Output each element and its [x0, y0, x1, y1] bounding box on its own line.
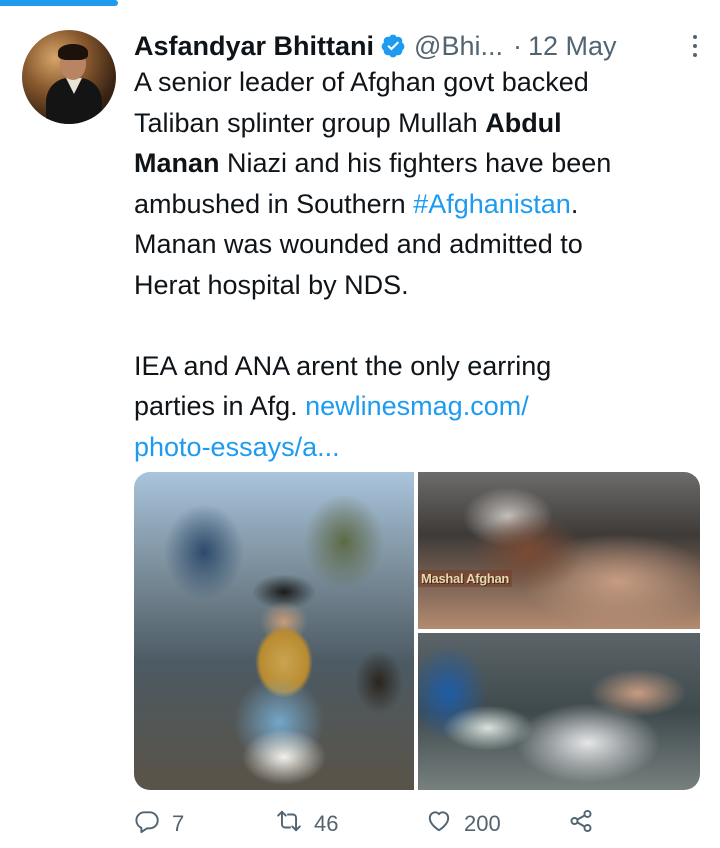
tweet-text-segment: ambushed in Southern	[134, 188, 414, 219]
reply-count: 7	[172, 811, 185, 836]
tweet-text-line: Herat hospital by NDS.	[134, 265, 694, 306]
tweet-text-segment: Herat hospital by NDS.	[134, 269, 409, 300]
share-button[interactable]	[568, 808, 594, 840]
tweet-actions: 7 46 200	[134, 808, 700, 840]
tweet-date[interactable]: 12 May	[528, 31, 617, 62]
tweet-text-bold: Manan	[134, 148, 220, 178]
tweet-text-segment: A senior leader of Afghan govt backed	[134, 67, 589, 97]
avatar-hair	[58, 44, 88, 60]
tweet-link[interactable]: #Afghanistan	[413, 189, 571, 219]
tweet-text-line: Taliban splinter group Mullah Abdul	[134, 103, 694, 144]
tweet-text-segment: Taliban splinter group Mullah	[134, 107, 486, 138]
image-watermark: Mashal Afghan	[418, 570, 513, 587]
avatar[interactable]	[22, 30, 116, 124]
tweet-text-line: IEA and ANA arent the only earring	[134, 346, 694, 387]
like-count: 200	[464, 811, 501, 836]
media-image-1[interactable]	[134, 472, 414, 790]
tweet-text-segment: IEA and ANA arent the only earring	[134, 350, 552, 381]
reply-button[interactable]: 7	[134, 808, 184, 840]
verified-badge-icon	[380, 33, 406, 59]
media-image-2[interactable]: Mashal Afghan	[418, 472, 700, 629]
media-image-3[interactable]	[418, 633, 700, 790]
separator-dot: ·	[512, 30, 522, 61]
tweet-text-line: Manan was wounded and admitted to	[134, 224, 694, 265]
tweet-text-segment: Niazi and his fighters have been	[219, 148, 612, 178]
tweet-text-segment: Manan was wounded and admitted to	[134, 229, 583, 259]
tweet-text-segment: .	[570, 188, 579, 219]
tweet-text-segment: parties in Afg.	[134, 391, 306, 421]
tweet-text-line: A senior leader of Afghan govt backed	[134, 62, 694, 103]
tweet-text-line: ambushed in Southern #Afghanistan.	[134, 184, 694, 225]
tweet-text-line: Manan Niazi and his fighters have been	[134, 143, 694, 184]
tweet-link[interactable]: newlinesmag.com/	[305, 391, 529, 421]
tweet-text-line: parties in Afg. newlinesmag.com/	[134, 386, 694, 427]
reply-icon	[134, 808, 160, 840]
author-name[interactable]: Asfandyar Bhittani	[134, 31, 374, 62]
retweet-count: 46	[314, 811, 339, 836]
tweet-text: A senior leader of Afghan govt backed Tal…	[134, 62, 694, 467]
retweet-icon	[276, 808, 302, 840]
tweet-text-line: photo-essays/a...	[134, 427, 694, 468]
heart-icon	[426, 808, 452, 840]
tweet-text-line	[134, 305, 694, 346]
more-options-icon[interactable]	[686, 30, 704, 62]
like-button[interactable]: 200	[426, 808, 501, 840]
tweet[interactable]: Asfandyar Bhittani @Bhi... · 12 May A se…	[0, 0, 720, 848]
retweet-button[interactable]: 46	[276, 808, 338, 840]
tweet-text-bold: Abdul	[485, 107, 562, 138]
tweet-link[interactable]: photo-essays/a...	[134, 432, 340, 462]
author-handle[interactable]: @Bhi...	[414, 31, 503, 62]
media-grid: Mashal Afghan	[134, 472, 700, 790]
share-icon	[568, 808, 594, 840]
tweet-header: Asfandyar Bhittani @Bhi... · 12 May	[134, 26, 704, 66]
